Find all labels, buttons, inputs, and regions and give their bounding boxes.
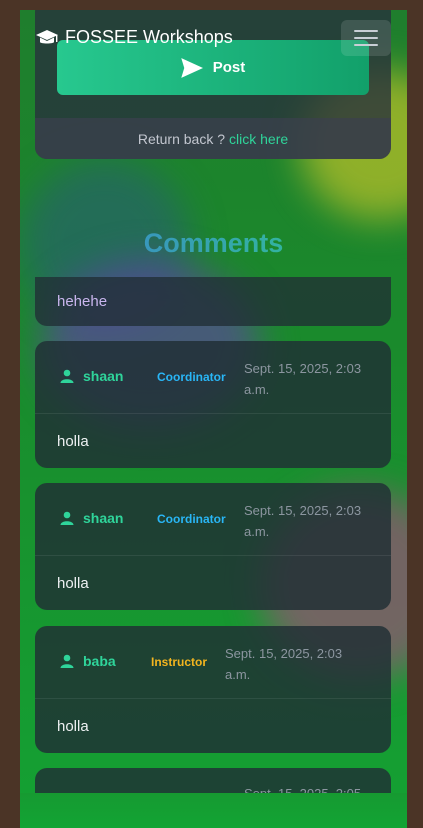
navbar: FOSSEE Workshops [20, 10, 407, 65]
role-badge: Instructor [151, 655, 208, 669]
return-link[interactable]: click here [229, 131, 288, 147]
comment-text: holla [57, 717, 89, 735]
comment-user: shaan [60, 368, 123, 384]
comment-card: shaan Coordinator Sept. 15, 2025, 2:03 a… [35, 341, 391, 468]
comment-user: shaan [60, 510, 123, 526]
role-badge: Coordinator [157, 370, 226, 384]
comment-card: shaan Coordinator Sept. 15, 2025, 2:03 a… [35, 483, 391, 610]
comment-text: holla [57, 432, 89, 450]
comment-body: holla [35, 556, 391, 610]
comment-header: shaan Coordinator Sept. 15, 2025, 2:03 a… [35, 341, 391, 414]
comment-timestamp: Sept. 15, 2025, 2:03 a.m. [225, 646, 343, 682]
comment-body: holla [35, 699, 391, 753]
app-viewport: Post Return back ? click here FOSSEE Wor… [20, 10, 407, 828]
return-row: Return back ? click here [35, 118, 391, 159]
comment-header: baba Instructor Sept. 15, 2025, 2:03 a.m… [35, 626, 391, 699]
comment-text: holla [57, 574, 89, 592]
comment-body: holla [35, 414, 391, 468]
user-icon [60, 654, 74, 668]
role-badge: Coordinator [157, 512, 226, 526]
menu-toggle-button[interactable] [341, 19, 391, 56]
hamburger-menu-icon [354, 29, 378, 46]
user-icon [60, 511, 74, 525]
comment-timestamp: Sept. 15, 2025, 2:03 a.m. [244, 503, 362, 539]
comments-heading: Comments [20, 228, 407, 259]
comment-header: shaan Coordinator Sept. 15, 2025, 2:03 a… [35, 483, 391, 556]
comment-user: baba [60, 653, 116, 669]
comment-card-partial: hehehe [35, 277, 391, 326]
comment-text: hehehe [57, 293, 108, 310]
return-text: Return back ? [137, 130, 226, 147]
user-icon [60, 369, 74, 383]
navbar-brand[interactable]: FOSSEE Workshops [35, 27, 233, 48]
comment-username: shaan [83, 510, 124, 526]
comment-username: shaan [83, 368, 124, 384]
page-bottom-band [20, 793, 407, 828]
comment-card: baba Instructor Sept. 15, 2025, 2:03 a.m… [35, 626, 391, 753]
graduation-cap-icon [36, 29, 58, 43]
comment-timestamp: Sept. 15, 2025, 2:03 a.m. [244, 361, 362, 397]
brand-name: FOSSEE Workshops [65, 27, 233, 47]
comment-username: baba [83, 653, 116, 669]
